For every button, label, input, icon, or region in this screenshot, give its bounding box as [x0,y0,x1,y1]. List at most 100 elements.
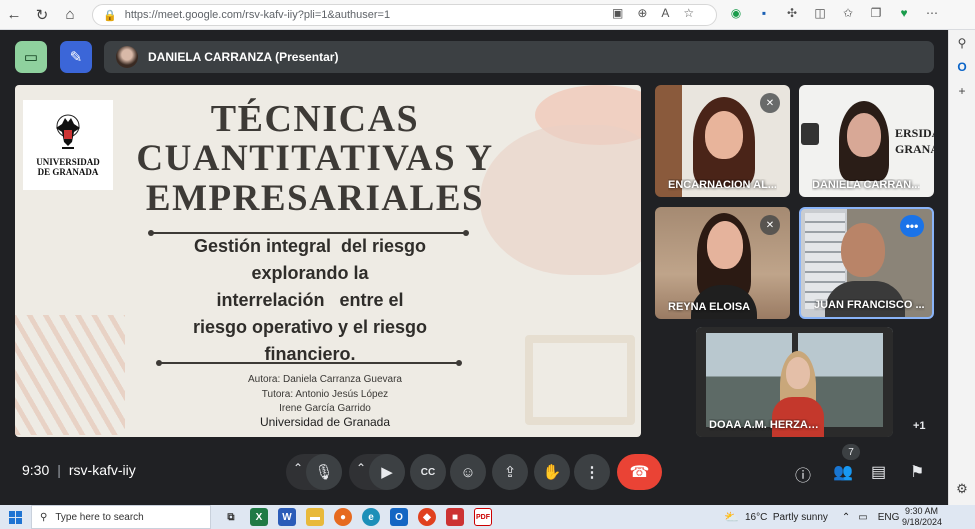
camera-icon[interactable]: ▶ [369,454,405,490]
search-icon[interactable]: ⚲ [958,36,967,50]
control-bar: 9:30 | rsv-kafv-iiy ⌃ 🎙 ⌃ ▶ CC ☺ ⇪ ✋ ⋮ ☎ ⓘ… [0,437,948,505]
video-options-chevron-icon[interactable]: ⌃ [356,461,366,475]
background-crest [801,123,819,145]
device-icon[interactable]: ▭ [15,41,47,73]
pdf-icon[interactable]: PDF [474,508,492,526]
system-tray: ⛅ 16°C Partly sunny ⌃ ▭ ENG [724,505,899,529]
camera-permission-icon[interactable]: ▣ [612,6,623,20]
participant-tile[interactable]: ERSIDAGRANAD DANIELA CARRAN... [799,85,934,197]
decor-stripes [15,315,125,435]
layout-icon[interactable]: ✎ [60,41,92,73]
mic-icon[interactable]: 🎙 [306,454,342,490]
tutor-line: Tutora: Antonio Jesús López [261,388,389,400]
present-screen-icon[interactable]: ⇪ [492,454,528,490]
excel-icon[interactable]: X [250,508,268,526]
title-line: EMPRESARIALES [145,178,485,219]
participant-name: ENCARNACION AL... [668,179,777,191]
presenter-bar[interactable]: DANIELA CARRANZA (Presentar) [104,41,934,73]
language-indicator[interactable]: ENG [878,512,900,523]
participant-tile[interactable]: ✕ ENCARNACION AL... [655,85,790,197]
meeting-code: rsv-kafv-iiy [68,462,136,478]
reload-icon[interactable]: ↻ [28,1,56,29]
outlook-icon[interactable]: O [390,508,408,526]
participant-tile-active[interactable]: ••• JUAN FRANCISCO ... [799,207,934,319]
add-icon[interactable]: + [958,84,965,98]
extension-green-icon[interactable]: ◉ [728,6,744,20]
favorites-icon[interactable]: ✩ [840,6,856,20]
subtitle-line: interrelación entre el [216,290,404,310]
logo-line-2: DE GRANADA [37,166,99,177]
gear-icon[interactable]: ⚙ [956,481,968,497]
weather-text[interactable]: 16°C Partly sunny [745,512,828,523]
brave-icon[interactable]: ◆ [418,508,436,526]
windows-start-icon[interactable] [0,505,30,529]
extension-blue-icon[interactable]: ▪ [756,6,772,20]
browser-toolbar: ← ↻ ⌂ 🔒 https://meet.google.com/rsv-kafv… [0,0,975,30]
word-icon[interactable]: W [278,508,296,526]
participant-face [705,111,743,159]
favorite-star-icon[interactable]: ☆ [683,6,694,20]
author-line: Autora: Daniela Carranza Guevara [248,374,402,385]
people-icon[interactable]: 👥 [833,462,853,482]
address-bar-actions: ▣ ⊕ A ☆ [612,6,694,20]
participant-tile[interactable]: ✕ REYNA ELOISA [655,207,790,319]
mic-off-icon: ✕ [760,215,780,235]
more-options-icon[interactable]: ••• [900,215,924,237]
task-view-icon[interactable]: ⧉ [222,508,240,526]
extra-participants-count[interactable]: +1 [913,420,926,432]
home-icon[interactable]: ⌂ [56,1,84,29]
edge-icon[interactable]: e [362,508,380,526]
chevron-up-icon[interactable]: ⌃ [842,512,850,523]
subtitle-line: riesgo operativo y el riesgo [192,317,428,337]
clock-date: 9/18/2024 [902,517,943,527]
browser-essentials-icon[interactable]: ♥ [896,6,912,20]
taskbar-apps: ⧉ X W ▬ ● e O ◆ ■ PDF [222,508,492,526]
collections-icon[interactable]: ❐ [868,6,884,20]
emoji-icon[interactable]: ☺ [450,454,486,490]
app-icon[interactable]: ■ [446,508,464,526]
lock-icon: 🔒 [103,9,117,22]
more-options-icon[interactable]: ⋮ [574,454,610,490]
participant-face [786,357,810,389]
participant-name: DANIELA CARRAN... [812,179,921,191]
taskbar-clock[interactable]: 9:30 AM 9/18/2024 [902,506,943,528]
participant-tile[interactable]: DOAA A.M. HERZALLAH [696,327,893,437]
taskbar: ⚲ Type here to search ⧉ X W ▬ ● e O ◆ ■ … [0,505,975,529]
firefox-icon[interactable]: ● [334,508,352,526]
hang-up-button[interactable]: ☎ [617,454,662,490]
captions-icon[interactable]: CC [410,454,446,490]
outlook-icon[interactable]: O [957,60,966,74]
clock-time: 9:30 [22,462,50,478]
eagle-crest-icon [56,114,80,149]
meeting-details-icon[interactable]: ⓘ [795,462,811,486]
weather-icon: ⛅ [724,510,739,524]
raise-hand-icon[interactable]: ✋ [534,454,570,490]
title-line: CUANTITATIVAS Y [136,138,494,179]
clock-time: 9:30 AM [904,506,938,516]
search-icon: ⚲ [40,511,48,523]
file-explorer-icon[interactable]: ▬ [306,508,324,526]
meet-stage: ▭ ✎ DANIELA CARRANZA (Presentar) UNIVERS… [0,30,948,505]
split-screen-icon[interactable]: ◫ [812,6,828,20]
chat-icon[interactable]: ▤ [871,462,886,482]
taskbar-search[interactable]: ⚲ Type here to search [31,505,211,529]
slide-subtitle: Gestión integral del riesgo explorando l… [165,233,455,368]
participant-face [847,113,881,157]
audio-options-chevron-icon[interactable]: ⌃ [293,461,303,475]
participant-shirt [772,397,824,437]
background-text: ERSIDAGRANAD [895,126,934,156]
activities-icon[interactable]: ⚑ [910,462,924,482]
browser-sidebar: ⚲ O + ⚙ [948,30,975,505]
network-icon[interactable]: ▭ [858,512,867,523]
extension-puzzle-icon[interactable]: ✣ [784,6,800,20]
participant-name: REYNA ELOISA [668,301,751,313]
slide-university: Universidad de Granada [259,415,391,429]
participant-count-badge: 7 [842,444,860,460]
url-text: https://meet.google.com/rsv-kafv-iiy?pli… [124,9,391,21]
read-aloud-icon[interactable]: A [661,6,669,20]
back-icon[interactable]: ← [0,1,28,29]
avatar [116,46,138,68]
zoom-icon[interactable]: ⊕ [637,6,647,20]
participant-name: JUAN FRANCISCO ... [814,299,925,311]
more-menu-icon[interactable]: ⋯ [924,6,940,20]
